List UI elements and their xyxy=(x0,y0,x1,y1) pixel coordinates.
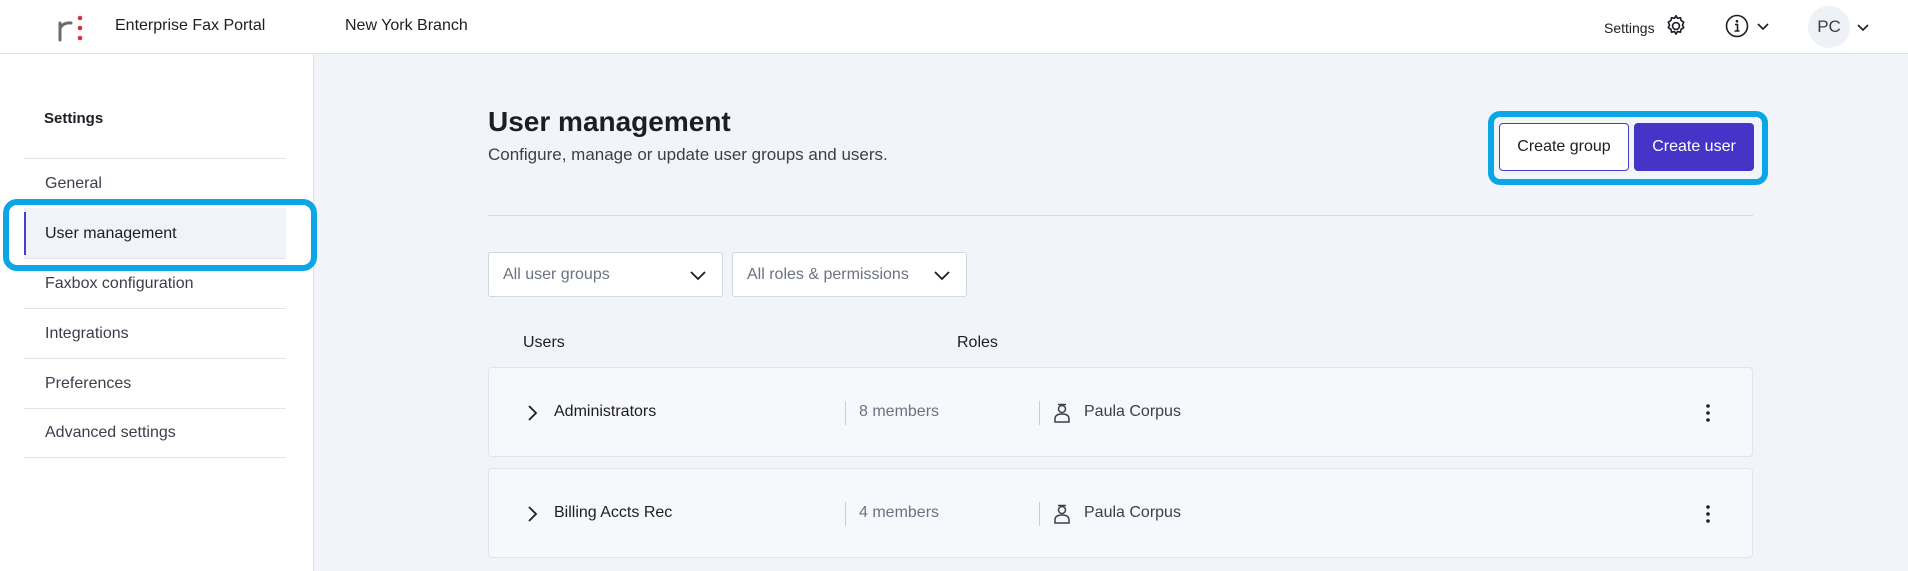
roles-filter-value: All roles & permissions xyxy=(747,265,909,283)
settings-label: Settings xyxy=(1604,20,1655,36)
sidebar-item-integrations[interactable]: Integrations xyxy=(24,308,286,358)
group-name: Billing Accts Rec xyxy=(554,504,673,521)
chevron-right-icon[interactable] xyxy=(525,403,539,423)
gear-icon xyxy=(1667,14,1685,35)
divider xyxy=(845,502,846,526)
app-title[interactable]: Enterprise Fax Portal xyxy=(115,17,265,35)
sidebar-item-advanced-settings[interactable]: Advanced settings xyxy=(24,408,286,458)
member-count: 4 members xyxy=(859,504,940,521)
sidebar-item-general[interactable]: General xyxy=(24,158,286,208)
branch-name[interactable]: New York Branch xyxy=(345,17,468,35)
page-title: User management xyxy=(488,106,731,137)
action-buttons-highlight: Create group Create user xyxy=(1488,111,1768,185)
divider xyxy=(845,401,846,425)
sidebar-item-user-management[interactable]: User management xyxy=(24,208,286,258)
column-header-roles: Roles xyxy=(957,334,998,351)
sidebar-item-faxbox-configuration[interactable]: Faxbox configuration xyxy=(24,258,286,308)
owner-name: Paula Corpus xyxy=(1084,504,1181,521)
chevron-down-icon xyxy=(1757,23,1769,31)
owner-name: Paula Corpus xyxy=(1084,403,1181,420)
settings-link[interactable]: Settings xyxy=(1604,14,1689,39)
role-person-icon xyxy=(1054,504,1070,524)
roles-filter[interactable]: All roles & permissions xyxy=(732,252,967,297)
top-bar: Enterprise Fax Portal New York Branch Se… xyxy=(0,0,1908,54)
user-groups-filter[interactable]: All user groups xyxy=(488,252,723,297)
create-group-button[interactable]: Create group xyxy=(1499,123,1629,171)
table-row[interactable]: Billing Accts Rec 4 members Paula Corpus xyxy=(488,468,1753,558)
member-count: 8 members xyxy=(859,403,940,420)
chevron-right-icon[interactable] xyxy=(525,504,539,524)
info-icon xyxy=(1725,14,1749,38)
sidebar-item-preferences[interactable]: Preferences xyxy=(24,358,286,408)
role-person-icon xyxy=(1054,403,1070,423)
column-header-users: Users xyxy=(523,334,565,351)
kebab-menu-icon[interactable] xyxy=(1699,401,1717,425)
page-subtitle: Configure, manage or update user groups … xyxy=(488,145,888,164)
chevron-down-icon xyxy=(690,271,706,281)
create-user-button[interactable]: Create user xyxy=(1634,123,1754,171)
table-row[interactable]: Administrators 8 members Paula Corpus xyxy=(488,367,1753,457)
divider xyxy=(1039,401,1040,425)
logo-icon[interactable] xyxy=(56,14,86,42)
chevron-down-icon xyxy=(934,271,950,281)
divider xyxy=(488,215,1753,216)
kebab-menu-icon[interactable] xyxy=(1699,502,1717,526)
avatar: PC xyxy=(1808,6,1850,48)
sidebar-title: Settings xyxy=(44,110,104,127)
group-name: Administrators xyxy=(554,403,657,420)
chevron-down-icon xyxy=(1857,24,1869,32)
divider xyxy=(1039,502,1040,526)
user-groups-filter-value: All user groups xyxy=(503,265,610,283)
sidebar-nav: General User management Faxbox configura… xyxy=(24,158,286,458)
user-menu[interactable]: PC xyxy=(1808,6,1870,48)
help-menu[interactable] xyxy=(1724,13,1770,39)
settings-sidebar: Settings General User management Faxbox … xyxy=(0,54,314,571)
